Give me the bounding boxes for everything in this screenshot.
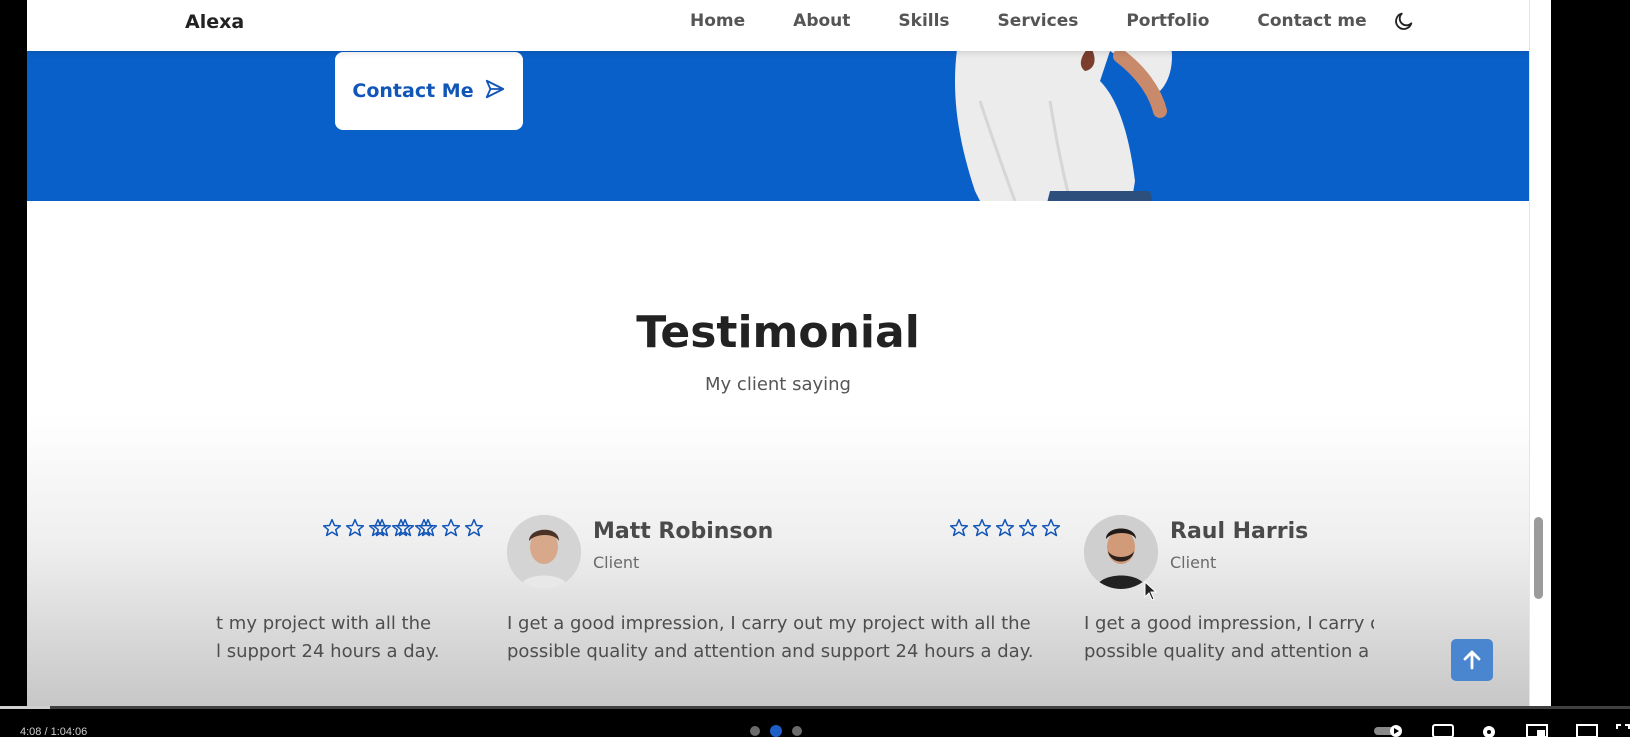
video-progress-played[interactable] (0, 706, 50, 709)
page-scrollbar-track[interactable] (1529, 0, 1551, 710)
rating-stars (372, 518, 484, 538)
testimonial-text-line: I get a good impression, I carry out my … (507, 613, 1031, 634)
star-icon (345, 518, 365, 537)
client-name: Raul Harris (1170, 519, 1309, 544)
nav-home[interactable]: Home (690, 11, 745, 31)
star-icon (1018, 518, 1038, 537)
send-icon (484, 78, 506, 105)
testimonial-text: t my project with all the l support 24 h… (216, 610, 440, 666)
arrow-up-icon (1463, 650, 1481, 670)
video-time: 4:08 / 1:04:06 (20, 726, 88, 737)
video-progress-track[interactable] (0, 706, 1630, 709)
scroll-top-button[interactable] (1451, 639, 1493, 681)
client-name: Matt Robinson (593, 519, 774, 544)
pagination-dot[interactable] (792, 726, 802, 736)
autoplay-toggle-icon[interactable] (1374, 724, 1408, 737)
nav-skills[interactable]: Skills (898, 11, 949, 31)
client-role: Client (1170, 553, 1217, 572)
star-icon (418, 518, 438, 537)
testimonial-text-line: possible quality and attention a (1084, 641, 1370, 662)
cursor-icon (1144, 581, 1158, 601)
main-nav: Home About Skills Services Portfolio Con… (690, 0, 1415, 42)
nav-about[interactable]: About (793, 11, 850, 31)
hero-person-image (955, 51, 1172, 201)
testimonial-title: Testimonial (636, 307, 920, 358)
testimonial-card: Raul Harris Client I get a good impressi… (949, 505, 1374, 675)
avatar (507, 515, 581, 589)
site-header: Alexa Home About Skills Services Portfol… (27, 0, 1529, 51)
page-scrollbar-thumb[interactable] (1534, 517, 1543, 599)
web-page: Alexa Home About Skills Services Portfol… (27, 0, 1529, 710)
fullscreen-icon[interactable] (1616, 724, 1630, 737)
testimonial-subtitle: My client saying (705, 374, 851, 395)
settings-gear-icon[interactable] (1479, 724, 1499, 737)
star-icon (949, 518, 969, 537)
testimonial-text-line: I get a good impression, I carry o (1084, 613, 1374, 634)
avatar (1084, 515, 1158, 589)
miniplayer-icon[interactable] (1526, 724, 1548, 737)
contact-me-button[interactable]: Contact Me (335, 52, 523, 130)
star-icon (995, 518, 1015, 537)
testimonial-carousel[interactable]: t my project with all the l support 24 h… (212, 505, 1374, 675)
star-icon (395, 518, 415, 537)
rating-stars (949, 518, 1061, 538)
testimonial-text: I get a good impression, I carry out my … (507, 610, 1067, 666)
star-icon (464, 518, 484, 537)
nav-portfolio[interactable]: Portfolio (1126, 11, 1209, 31)
client-role: Client (593, 553, 640, 572)
star-icon (372, 518, 392, 537)
carousel-pagination (750, 725, 802, 737)
moon-icon[interactable] (1393, 10, 1415, 32)
pagination-dot[interactable] (750, 726, 760, 736)
star-icon (322, 518, 342, 537)
star-icon (1041, 518, 1061, 537)
hero-banner: Contact Me (27, 51, 1529, 201)
testimonial-text-line: l support 24 hours a day. (216, 641, 440, 662)
left-letterbox (0, 0, 27, 737)
star-icon (972, 518, 992, 537)
contact-me-label: Contact Me (352, 80, 474, 102)
testimonial-text-line: possible quality and attention and suppo… (507, 641, 1034, 662)
theater-mode-icon[interactable] (1576, 724, 1598, 737)
star-icon (441, 518, 461, 537)
nav-services[interactable]: Services (998, 11, 1079, 31)
captions-icon[interactable] (1432, 724, 1454, 737)
nav-contact-me[interactable]: Contact me (1257, 11, 1366, 31)
testimonial-text-line: t my project with all the (216, 613, 432, 634)
video-frame: Alexa Home About Skills Services Portfol… (0, 0, 1630, 737)
right-letterbox (1551, 0, 1630, 737)
testimonial-text: I get a good impression, I carry o possi… (1084, 610, 1374, 666)
pagination-dot-active[interactable] (770, 725, 782, 737)
site-logo[interactable]: Alexa (185, 11, 244, 33)
